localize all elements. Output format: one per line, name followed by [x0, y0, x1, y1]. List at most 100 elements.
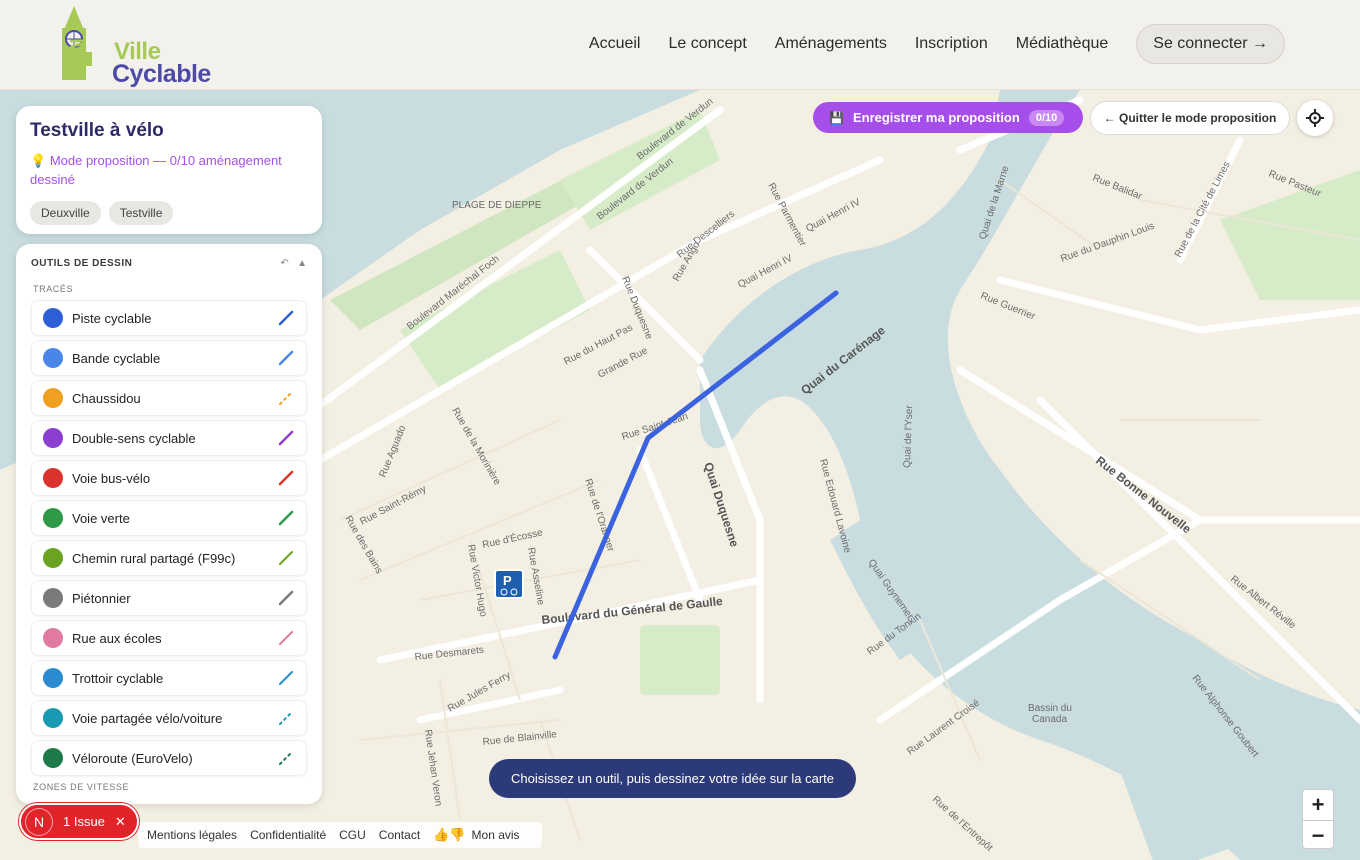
- tool-label: Chemin rural partagé (F99c): [72, 550, 236, 566]
- save-icon: 💾: [829, 110, 844, 125]
- line-style-icon: [278, 430, 294, 446]
- nav-accueil[interactable]: Accueil: [589, 24, 641, 64]
- main-nav: Accueil Le concept Aménagements Inscript…: [561, 24, 1285, 64]
- project-title: Testville à vélo: [30, 120, 164, 141]
- nav-amenagements[interactable]: Aménagements: [775, 24, 887, 64]
- line-style-icon: [279, 711, 293, 725]
- collapse-control[interactable]: ↶ ▲: [280, 258, 307, 269]
- logo-ma: Ma: [65, 38, 90, 69]
- tool-label: Chaussidou: [72, 390, 141, 406]
- tool-item[interactable]: Chaussidou: [31, 380, 307, 416]
- tool-item[interactable]: Piétonnier: [31, 580, 307, 616]
- tool-label: Voie verte: [72, 510, 130, 526]
- line-style-icon: [278, 350, 294, 366]
- issue-badge[interactable]: N 1 Issue ✕: [19, 803, 139, 840]
- drawing-hint: Choisissez un outil, puis dessinez votre…: [489, 759, 856, 798]
- tool-label: Double-sens cyclable: [72, 430, 196, 446]
- logo-cyclable: Cyclable: [112, 60, 211, 88]
- svg-text:Quai de l'Yser: Quai de l'Yser: [902, 405, 915, 469]
- svg-text:P: P: [503, 573, 512, 588]
- line-style-icon: [279, 671, 293, 685]
- lightbulb-icon: 💡: [30, 153, 47, 168]
- undo-icon: ↶: [280, 257, 289, 269]
- zoom-in-button[interactable]: +: [1303, 790, 1333, 820]
- city-tags: Deuxville Testville: [30, 201, 308, 225]
- tool-item[interactable]: Véloroute (EuroVelo): [31, 740, 307, 776]
- issue-avatar: N: [25, 807, 53, 836]
- tool-icon: [43, 468, 63, 488]
- tag-deuxville[interactable]: Deuxville: [30, 201, 101, 225]
- tool-label: Voie partagée vélo/voiture: [72, 710, 223, 726]
- tool-item[interactable]: Rue aux écoles: [31, 620, 307, 656]
- footer-confidentialite[interactable]: Confidentialité: [250, 828, 326, 842]
- proposal-status: 💡 Mode proposition — 0/10 aménagement de…: [30, 153, 282, 187]
- nav-mediatheque[interactable]: Médiathèque: [1016, 24, 1109, 64]
- tool-icon: [43, 388, 63, 408]
- tool-label: Véloroute (EuroVelo): [72, 750, 193, 766]
- zoom-out-button[interactable]: −: [1303, 820, 1333, 850]
- line-style-icon: [278, 470, 294, 486]
- tool-icon: [43, 628, 63, 648]
- logo[interactable]: Ma Ville Cyclable: [58, 4, 228, 88]
- save-count-badge: 0/10: [1028, 109, 1065, 126]
- line-style-icon: [279, 631, 293, 645]
- footer-mon-avis[interactable]: Mon avis: [472, 828, 520, 842]
- tool-icon: [43, 348, 63, 368]
- section-traces: TRACÉS: [33, 284, 74, 294]
- map-label-plage: PLAGE DE DIEPPE: [452, 200, 542, 211]
- tool-label: Trottoir cyclable: [72, 670, 164, 686]
- tool-label: Piétonnier: [72, 590, 131, 606]
- svg-text:Canada: Canada: [1032, 714, 1067, 725]
- tool-list: Piste cyclable Bande cyclable Chaussidou Do…: [31, 300, 307, 776]
- tool-label: Voie bus-vélo: [72, 470, 151, 486]
- tool-icon: [43, 588, 63, 608]
- tool-item[interactable]: Double-sens cyclable: [31, 420, 307, 456]
- tool-label: Bande cyclable: [72, 350, 161, 366]
- thumbs-icon: 👍👎: [433, 827, 466, 842]
- project-info-card: Testville à vélo 💡 Mode proposition — 0/…: [16, 106, 322, 234]
- tools-title: OUTILS DE DESSIN: [31, 257, 133, 269]
- locate-button[interactable]: [1297, 100, 1333, 136]
- bike-parking-marker[interactable]: P: [494, 569, 524, 599]
- line-style-icon: [279, 391, 293, 405]
- tool-item[interactable]: Bande cyclable: [31, 340, 307, 376]
- chevron-up-icon: ▲: [297, 257, 307, 269]
- tool-item[interactable]: Voie bus-vélo: [31, 460, 307, 496]
- line-style-icon: [279, 751, 293, 765]
- tool-icon: [43, 668, 63, 688]
- crosshair-icon: [1306, 109, 1324, 127]
- tool-item[interactable]: Voie verte: [31, 500, 307, 536]
- drawing-tools-panel: OUTILS DE DESSIN ↶ ▲ TRACÉS Piste cyclab…: [16, 244, 322, 804]
- site-header: Ma Ville Cyclable Accueil Le concept Amé…: [0, 0, 1360, 90]
- nav-inscription[interactable]: Inscription: [915, 24, 988, 64]
- tool-item[interactable]: Trottoir cyclable: [31, 660, 307, 696]
- tool-icon: [43, 508, 63, 528]
- save-proposal-button[interactable]: 💾 Enregistrer ma proposition 0/10: [813, 102, 1083, 133]
- tag-testville[interactable]: Testville: [108, 201, 174, 225]
- footer-contact[interactable]: Contact: [379, 828, 420, 842]
- tool-icon: [43, 748, 63, 768]
- tool-icon: [43, 308, 63, 328]
- tool-label: Rue aux écoles: [72, 630, 162, 646]
- line-style-icon: [278, 590, 294, 606]
- tool-icon: [43, 428, 63, 448]
- footer-cgu[interactable]: CGU: [339, 828, 366, 842]
- save-label: Enregistrer ma proposition: [852, 110, 1020, 125]
- tool-item[interactable]: Piste cyclable: [31, 300, 307, 336]
- tool-icon: [43, 708, 63, 728]
- close-icon[interactable]: ✕: [115, 814, 126, 830]
- line-style-icon: [278, 310, 294, 326]
- issue-label: 1 Issue: [63, 814, 105, 829]
- footer-mentions[interactable]: Mentions légales: [147, 828, 237, 842]
- quit-proposal-mode-button[interactable]: ← Quitter le mode proposition: [1090, 101, 1290, 135]
- map-label-bassin: Bassin du: [1028, 703, 1072, 714]
- zoom-controls: + −: [1302, 789, 1334, 849]
- nav-le-concept[interactable]: Le concept: [668, 24, 746, 64]
- tool-item[interactable]: Chemin rural partagé (F99c): [31, 540, 307, 576]
- section-zones: ZONES DE VITESSE: [33, 782, 130, 792]
- tool-icon: [43, 548, 63, 568]
- login-button[interactable]: Se connecter →: [1136, 24, 1285, 64]
- tool-item[interactable]: Voie partagée vélo/voiture: [31, 700, 307, 736]
- line-style-icon: [279, 551, 293, 565]
- line-style-icon: [278, 510, 294, 526]
